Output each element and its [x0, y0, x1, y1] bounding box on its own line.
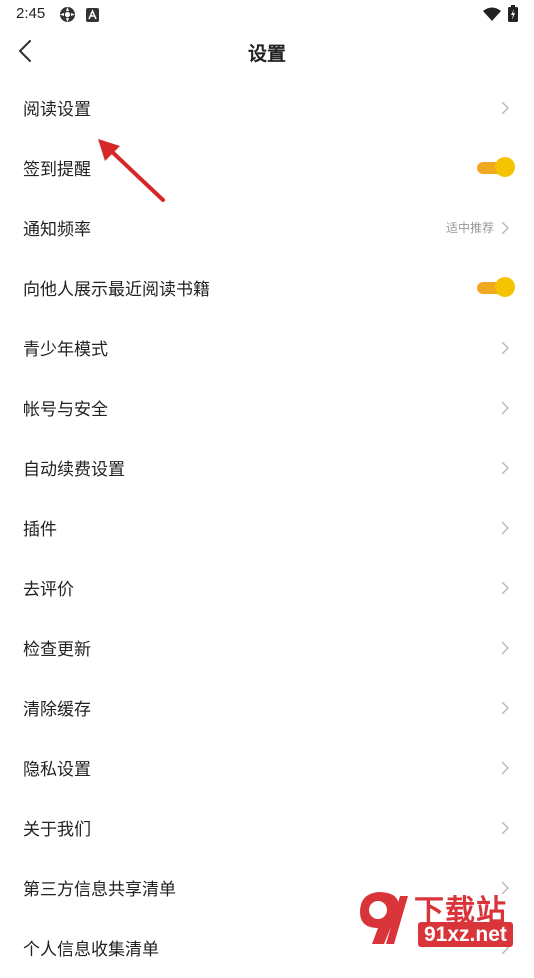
toggle-knob: [495, 277, 515, 297]
chevron-right-icon: [501, 821, 510, 835]
settings-row-label: 第三方信息共享清单: [23, 880, 176, 900]
top-app-bar: 设置: [0, 28, 534, 76]
settings-row[interactable]: 关于我们: [0, 798, 534, 858]
watermark-domain: 91xz.net: [418, 922, 513, 947]
toggle-switch[interactable]: [477, 157, 515, 177]
settings-row[interactable]: 插件: [0, 498, 534, 558]
chevron-right-icon: [501, 701, 510, 715]
settings-row[interactable]: 检查更新: [0, 618, 534, 678]
settings-row[interactable]: 向他人展示最近阅读书籍: [0, 258, 534, 318]
chevron-right-icon: [501, 341, 510, 355]
settings-row-label: 向他人展示最近阅读书籍: [23, 280, 210, 300]
chevron-right-icon: [501, 101, 510, 115]
settings-gear-icon: [59, 6, 76, 27]
chevron-right-icon: [501, 461, 510, 475]
settings-row[interactable]: 清除缓存: [0, 678, 534, 738]
wifi-icon: [483, 6, 501, 25]
page-title: 设置: [247, 43, 286, 65]
settings-row-label: 去评价: [23, 580, 74, 600]
settings-row[interactable]: 签到提醒: [0, 138, 534, 198]
settings-row[interactable]: 帐号与安全: [0, 378, 534, 438]
settings-row-label: 关于我们: [23, 820, 91, 840]
toggle-switch[interactable]: [477, 277, 515, 297]
chevron-right-icon: [501, 221, 510, 235]
watermark: 下载站 91xz.net: [352, 884, 534, 950]
chevron-right-icon: [501, 521, 510, 535]
settings-row-label: 帐号与安全: [23, 400, 108, 420]
settings-row[interactable]: 去评价: [0, 558, 534, 618]
settings-row[interactable]: 阅读设置: [0, 78, 534, 138]
settings-row-label: 签到提醒: [23, 160, 91, 180]
settings-row-label: 青少年模式: [23, 340, 108, 360]
settings-row-label: 阅读设置: [23, 100, 91, 120]
settings-row[interactable]: 隐私设置: [0, 738, 534, 798]
settings-row-label: 个人信息收集清单: [23, 940, 159, 960]
settings-row[interactable]: 自动续费设置: [0, 438, 534, 498]
settings-row-label: 插件: [23, 520, 57, 540]
settings-row-label: 通知频率: [23, 220, 91, 240]
settings-row[interactable]: 青少年模式: [0, 318, 534, 378]
settings-row-label: 隐私设置: [23, 760, 91, 780]
settings-row-label: 自动续费设置: [23, 460, 125, 480]
settings-row-value: 适中推荐: [445, 221, 494, 235]
status-bar: 2:45: [0, 0, 534, 28]
chevron-right-icon: [501, 401, 510, 415]
settings-row-label: 检查更新: [23, 640, 91, 660]
chevron-right-icon: [501, 581, 510, 595]
settings-row-label: 清除缓存: [23, 700, 91, 720]
toggle-knob: [495, 157, 515, 177]
battery-charging-icon: [508, 5, 518, 26]
chevron-right-icon: [501, 641, 510, 655]
notification-a-icon: [86, 7, 99, 26]
chevron-right-icon: [501, 761, 510, 775]
status-time: 2:45: [16, 5, 46, 22]
settings-row[interactable]: 通知频率 适中推荐: [0, 198, 534, 258]
settings-list: 阅读设置签到提醒通知频率 适中推荐向他人展示最近阅读书籍 青少年模式帐号与安全自动续…: [0, 78, 534, 978]
watermark-logo-icon: [360, 892, 408, 944]
